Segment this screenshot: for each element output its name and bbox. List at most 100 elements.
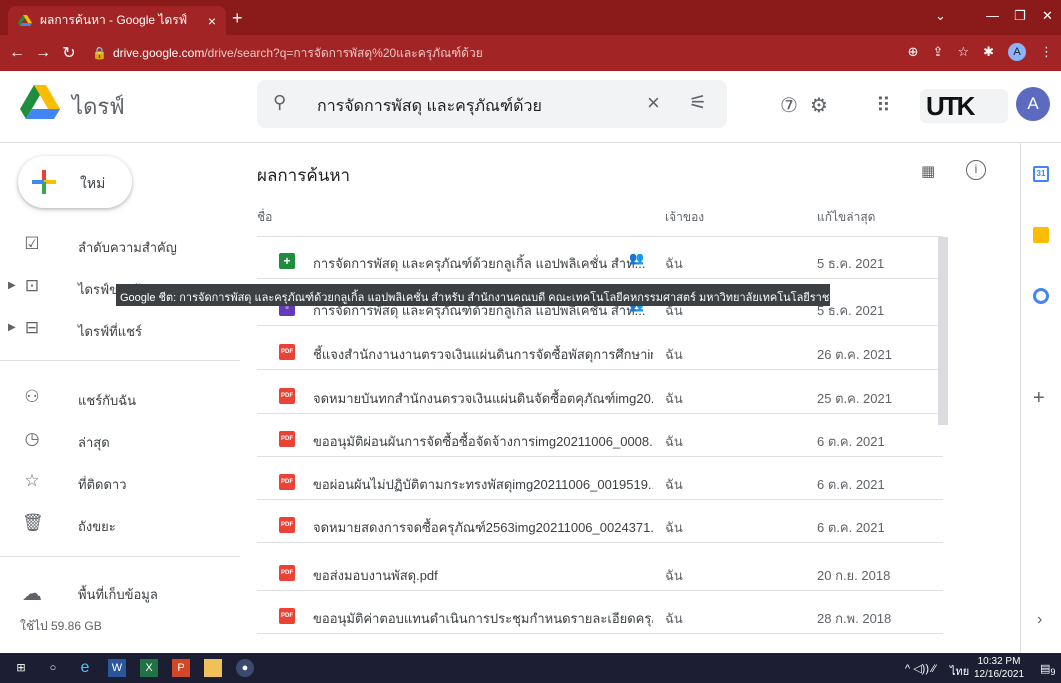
my-drive-icon: ⊡ — [24, 276, 40, 295]
grid-view-icon[interactable]: ▦ — [921, 162, 935, 180]
language-indicator[interactable]: ไทย — [950, 662, 969, 680]
storage-label[interactable]: พื้นที่เก็บข้อมูล — [78, 584, 158, 605]
file-row[interactable]: PDF ขอผ่อนผันไม่ปฏิบัติตามกระทรงพัสดุimg… — [257, 464, 943, 500]
tab-close-icon[interactable]: × — [208, 13, 216, 29]
minimize-icon[interactable]: — — [986, 8, 999, 23]
file-name: ขออนุมัติค่าตอบแทนดำเนินการประชุมกำหนดรา… — [313, 611, 653, 626]
bookmark-star-icon[interactable]: ☆ — [957, 44, 969, 60]
drive-brand[interactable]: ไดรฟ์ — [72, 89, 125, 124]
share-icon[interactable]: ⇪ — [933, 44, 944, 60]
search-input[interactable]: การจัดการพัสดุ และครุภัณฑ์ด้วย — [317, 94, 542, 119]
browser-toolbar: ← → ↻ 🔒 drive.google.com/drive/search?q=… — [0, 35, 1061, 71]
file-modified: 6 ต.ค. 2021 — [817, 520, 885, 535]
file-row[interactable]: PDF ชี้แจงสำนักงานงานตรวจเงินแผ่นดินการจ… — [257, 334, 943, 370]
scrollbar-thumb[interactable] — [938, 237, 948, 425]
sidebar-item-recent[interactable]: ◷ ล่าสุด — [0, 427, 240, 457]
clock[interactable]: 10:32 PM 12/16/2021 — [974, 655, 1024, 681]
sidebar-item-shared-with-me[interactable]: ⚇ แชร์กับฉัน — [0, 385, 240, 415]
file-modified: 6 ต.ค. 2021 — [817, 477, 885, 492]
tab-search-icon[interactable]: ⌄ — [935, 8, 946, 24]
column-header-modified[interactable]: แก้ไขล่าสุด — [817, 208, 875, 227]
header-divider — [257, 236, 943, 237]
account-avatar[interactable]: A — [1016, 87, 1050, 121]
pdf-file-icon: PDF — [279, 608, 295, 624]
shared-people-icon: 👥 — [629, 251, 644, 265]
file-owner: ฉัน — [665, 611, 683, 626]
excel-icon[interactable]: X — [140, 659, 158, 677]
pdf-file-icon: PDF — [279, 388, 295, 404]
apps-grid-icon[interactable]: ⠿ — [876, 93, 891, 118]
page-title: ผลการค้นหา — [257, 166, 351, 185]
pdf-file-icon: PDF — [279, 344, 295, 360]
browser-tab[interactable]: ผลการค้นหา - Google ไดรฟ์ × — [8, 6, 226, 35]
pdf-file-icon: PDF — [279, 517, 295, 533]
clear-search-icon[interactable]: × — [647, 90, 660, 116]
new-button-label: ใหม่ — [80, 175, 106, 191]
new-tab-icon[interactable]: + — [232, 8, 243, 29]
org-logo[interactable]: UTK — [920, 89, 1008, 123]
help-icon[interactable]: ⑦ — [780, 93, 798, 118]
file-name: ชี้แจงสำนักงานงานตรวจเงินแผ่นดินการจัดซื… — [313, 347, 653, 362]
lock-icon: 🔒 — [92, 46, 107, 60]
extensions-icon[interactable]: ✱ — [983, 44, 994, 60]
forward-icon[interactable]: → — [30, 44, 56, 62]
tray-arrows-icon[interactable]: ^ ◁)) ⁄⁄ — [905, 662, 936, 675]
file-row[interactable]: PDF ขอส่งมอบงานพัสดุ.pdf ฉัน 20 ก.ย. 201… — [257, 555, 943, 591]
file-name: ขอส่งมอบงานพัสดุ.pdf — [313, 568, 438, 583]
expand-arrow-icon[interactable]: ▶ — [8, 322, 16, 333]
info-icon[interactable]: i — [966, 160, 986, 180]
chrome-icon[interactable]: ● — [236, 659, 254, 677]
powerpoint-icon[interactable]: P — [172, 659, 190, 677]
sidebar-item-shared-drives[interactable]: ▶ ⊟ ไดรฟ์ที่แชร์ — [0, 316, 240, 346]
edge-icon[interactable]: e — [76, 659, 94, 677]
file-explorer-icon[interactable] — [204, 659, 222, 677]
notification-icon[interactable]: ▤9 — [1040, 662, 1056, 677]
file-name: ขอผ่อนผันไม่ปฏิบัติตามกระทรงพัสดุimg2021… — [313, 477, 653, 492]
column-header-name[interactable]: ชื่อ — [257, 208, 272, 227]
sidebar-item-starred[interactable]: ☆ ที่ติดดาว — [0, 469, 240, 499]
address-bar[interactable]: 🔒 drive.google.com/drive/search?q=การจัด… — [92, 40, 892, 66]
file-row[interactable]: PDF จดหมายบันทกสำนักงนตรวจเงินแผ่นดินจัด… — [257, 378, 943, 414]
starred-icon: ☆ — [24, 471, 40, 490]
search-icon[interactable]: ⚲ — [273, 92, 286, 113]
sidebar-item-priority[interactable]: ☑ ลำดับความสำคัญ — [0, 232, 240, 262]
tasks-icon[interactable] — [1033, 288, 1049, 304]
browser-profile-avatar[interactable]: A — [1008, 43, 1026, 61]
calendar-icon[interactable]: 31 — [1033, 166, 1049, 182]
file-owner: ฉัน — [665, 256, 683, 271]
file-owner: ฉัน — [665, 568, 683, 583]
new-button[interactable]: ใหม่ — [18, 156, 132, 208]
cortana-icon[interactable]: ○ — [44, 659, 62, 677]
drive-logo-icon[interactable] — [20, 85, 60, 121]
pdf-file-icon: PDF — [279, 431, 295, 447]
drive-header: ไดรฟ์ ⚲ การจัดการพัสดุ และครุภัณฑ์ด้วย ×… — [0, 71, 1061, 143]
restore-icon[interactable]: ❐ — [1014, 8, 1026, 24]
file-row[interactable]: PDF จดหมายสดงการจดซื้อครุภัณฑ์2563img202… — [257, 507, 943, 543]
back-icon[interactable]: ← — [4, 44, 30, 62]
windows-start-icon[interactable]: ⊞ — [12, 659, 30, 677]
file-modified: 20 ก.ย. 2018 — [817, 568, 891, 583]
column-header-owner: เจ้าของ — [665, 210, 705, 224]
expand-arrow-icon[interactable]: ▶ — [8, 280, 16, 291]
add-addon-icon[interactable]: + — [1033, 387, 1045, 410]
sidebar-item-trash[interactable]: 🗑 ถังขยะ — [0, 511, 240, 541]
keep-icon[interactable] — [1033, 227, 1049, 243]
priority-icon: ☑ — [24, 234, 40, 253]
collapse-panel-icon[interactable]: › — [1037, 611, 1042, 629]
zoom-icon[interactable]: ⊕ — [908, 44, 919, 60]
reload-icon[interactable]: ↻ — [56, 43, 82, 63]
close-window-icon[interactable]: ✕ — [1042, 8, 1053, 24]
browser-menu-icon[interactable]: ⋮ — [1040, 44, 1053, 60]
search-options-icon[interactable]: ⚟ — [689, 90, 707, 115]
sidebar-divider — [0, 360, 240, 361]
taskbar: ⊞ ○ e W X P ● ^ ◁)) ⁄⁄ ไทย 10:32 PM 12/1… — [0, 653, 1061, 683]
settings-gear-icon[interactable]: ⚙ — [810, 93, 828, 118]
search-box[interactable]: ⚲ การจัดการพัสดุ และครุภัณฑ์ด้วย × ⚟ — [257, 80, 727, 128]
word-icon[interactable]: W — [108, 659, 126, 677]
file-row[interactable]: PDF ขออนุมัติผ่อนผันการจัดซื้อซื้อจัดจ้า… — [257, 421, 943, 457]
pdf-file-icon: PDF — [279, 474, 295, 490]
file-row[interactable]: PDF ขออนุมัติค่าตอบแทนดำเนินการประชุมกำห… — [257, 598, 943, 634]
cloud-icon: ☁ — [22, 583, 42, 605]
file-row[interactable]: + การจัดการพัสดุ และครุภัณฑ์ด้วยกลูเกิ้ล… — [257, 243, 943, 279]
trash-icon: 🗑 — [22, 513, 44, 532]
